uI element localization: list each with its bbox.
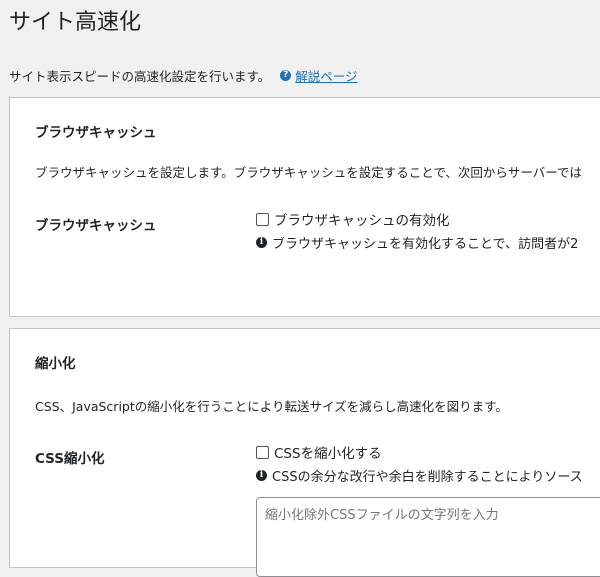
browser-cache-note: i ブラウザキャッシュを有効化することで、訪問者が2 bbox=[256, 233, 578, 252]
help-page-link[interactable]: 解説ページ bbox=[295, 66, 357, 85]
browser-cache-enable-option[interactable]: ブラウザキャッシュの有効化 bbox=[256, 209, 450, 229]
page-description-text: サイト表示スピードの高速化設定を行います。 bbox=[9, 69, 271, 84]
minify-section-description: CSS、JavaScriptの縮小化を行うことにより転送サイズを減らし高速化を図… bbox=[35, 399, 508, 414]
browser-cache-card: ブラウザキャッシュ ブラウザキャッシュを設定します。ブラウザキャッシュを設定する… bbox=[9, 97, 600, 317]
browser-cache-section-description: ブラウザキャッシュを設定します。ブラウザキャッシュを設定することで、次回からサー… bbox=[35, 165, 583, 180]
browser-cache-checkbox[interactable] bbox=[256, 212, 269, 226]
css-minify-option[interactable]: CSSを縮小化する bbox=[256, 442, 382, 462]
css-minify-checkbox[interactable] bbox=[256, 445, 269, 459]
question-circle-icon[interactable]: ? bbox=[280, 70, 292, 81]
css-minify-exclude-textarea[interactable] bbox=[256, 497, 600, 577]
browser-cache-section-title: ブラウザキャッシュ bbox=[35, 125, 157, 141]
browser-cache-checkbox-label: ブラウザキャッシュの有効化 bbox=[274, 213, 450, 229]
css-minify-note: i CSSの余分な改行や余白を削除することによりソース bbox=[256, 466, 583, 485]
info-circle-icon: i bbox=[256, 237, 267, 248]
browser-cache-note-text: ブラウザキャッシュを有効化することで、訪問者が2 bbox=[272, 237, 579, 252]
page-description: サイト表示スピードの高速化設定を行います。 ? 解説ページ bbox=[9, 66, 358, 85]
info-circle-icon: i bbox=[256, 470, 267, 481]
page-title: サイト高速化 bbox=[9, 10, 142, 35]
minify-section-title: 縮小化 bbox=[35, 356, 76, 372]
css-minify-row-label: CSS縮小化 bbox=[35, 451, 105, 467]
css-minify-checkbox-label: CSSを縮小化する bbox=[274, 446, 382, 462]
minify-card: 縮小化 CSS、JavaScriptの縮小化を行うことにより転送サイズを減らし高… bbox=[9, 328, 600, 577]
browser-cache-row-label: ブラウザキャッシュ bbox=[35, 218, 157, 234]
css-minify-note-text: CSSの余分な改行や余白を削除することによりソース bbox=[272, 470, 583, 485]
